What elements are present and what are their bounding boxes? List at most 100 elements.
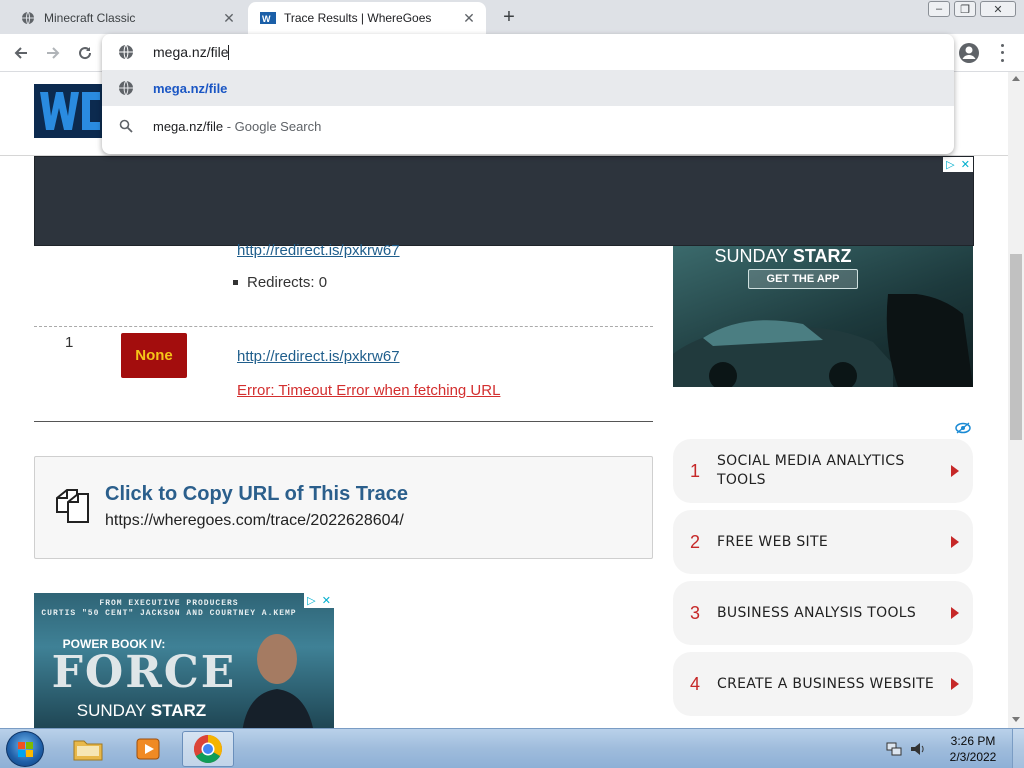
minimize-button[interactable]: –: [928, 1, 950, 17]
close-icon[interactable]: ✕: [460, 9, 478, 27]
windows-taskbar: 3:26 PM 2/3/2022: [0, 728, 1024, 768]
chevron-right-icon: [951, 536, 959, 548]
suggested-search-item[interactable]: 2 FREE WEB SITE: [673, 510, 973, 574]
item-label: CREATE A BUSINESS WEBSITE: [717, 675, 935, 692]
back-button[interactable]: [8, 40, 34, 66]
globe-icon: [20, 10, 36, 26]
chevron-right-icon: [951, 465, 959, 477]
ad-network: SUNDAY STARZ: [714, 246, 852, 266]
redirect-count: Redirects: 0: [233, 274, 327, 291]
close-icon: ✕: [960, 159, 970, 171]
item-label: FREE WEB SITE: [717, 533, 828, 550]
suggestion-text: mega.nz/file: [153, 80, 228, 96]
restore-button[interactable]: ❐: [954, 1, 976, 17]
chrome-taskbar-button[interactable]: [182, 731, 234, 767]
item-number: 1: [689, 460, 700, 481]
suggested-search-item[interactable]: 3 BUSINESS ANALYSIS TOOLS: [673, 581, 973, 645]
tab-minecraft-classic[interactable]: Minecraft Classic ✕: [8, 2, 246, 34]
item-number: 2: [689, 531, 700, 552]
play-icon: ▷: [946, 159, 955, 171]
tab-title: Minecraft Classic: [44, 11, 136, 25]
wheregoes-logo[interactable]: [34, 84, 106, 140]
clock-time: 3:26 PM: [950, 734, 996, 748]
suggestion-subtext: - Google Search: [223, 118, 322, 134]
globe-icon: [119, 44, 133, 60]
omnibox-suggestion[interactable]: mega.nz/file - Google Search: [102, 108, 954, 144]
taskbar-clock[interactable]: 3:26 PM 2/3/2022: [938, 733, 1008, 765]
show-desktop-button[interactable]: [1012, 729, 1024, 768]
volume-icon[interactable]: [909, 741, 927, 757]
address-bar[interactable]: mega.nz/file: [102, 34, 954, 70]
suggested-search-item[interactable]: 1 SOCIAL MEDIA ANALYTICS TOOLS: [673, 439, 973, 503]
clock-date: 2/3/2022: [949, 750, 997, 764]
adchoices-icon[interactable]: ▷ ✕: [304, 593, 334, 608]
copy-icon: [56, 489, 89, 523]
media-player-icon: [136, 738, 160, 760]
omnibox-suggestion[interactable]: mega.nz/file: [102, 70, 954, 106]
bullet: [233, 280, 238, 285]
hop-error-text[interactable]: Error: Timeout Error when fetching URL: [237, 382, 500, 399]
reload-button[interactable]: [72, 40, 98, 66]
globe-icon: [118, 80, 134, 96]
forward-arrow-icon: [47, 47, 60, 59]
car-image: [673, 294, 973, 387]
network-icon[interactable]: [885, 741, 903, 757]
divider: [34, 326, 653, 327]
suggested-search-item[interactable]: 4 CREATE A BUSINESS WEBSITE: [673, 652, 973, 716]
tab-trace-results[interactable]: W Trace Results | WhereGoes ✕: [248, 2, 486, 34]
side-ad-banner[interactable]: SUNDAY STARZ GET THE APP: [673, 246, 973, 387]
windows-logo-icon: [18, 742, 33, 757]
chrome-icon: [194, 735, 222, 763]
person-image: [242, 634, 313, 728]
status-badge: None: [121, 333, 187, 378]
system-tray: [885, 731, 927, 767]
media-player-button[interactable]: [122, 731, 174, 767]
item-number: 3: [689, 602, 700, 623]
scroll-thumb[interactable]: [1010, 254, 1022, 440]
close-window-button[interactable]: ✕: [980, 1, 1016, 17]
page-viewport: ct ▷✕ http://redirect.is/pxkrw67 Redirec…: [0, 72, 1008, 728]
new-tab-button[interactable]: +: [498, 6, 520, 28]
back-arrow-icon: [14, 47, 27, 59]
page-scrollbar[interactable]: [1008, 72, 1024, 728]
play-icon: ▷: [307, 595, 316, 607]
address-input[interactable]: mega.nz/file: [153, 44, 753, 61]
chevron-right-icon: [951, 607, 959, 619]
copy-trace-url-box[interactable]: Click to Copy URL of This Trace https://…: [34, 456, 653, 559]
scroll-down-arrow-icon[interactable]: [1012, 717, 1020, 722]
item-number: 4: [689, 673, 700, 694]
trace-url: https://wheregoes.com/trace/2022628604/: [105, 512, 404, 529]
close-icon[interactable]: ✕: [220, 9, 238, 27]
previous-hop-url[interactable]: http://redirect.is/pxkrw67: [237, 242, 400, 259]
adchoices-icon[interactable]: ▷ ✕: [943, 157, 973, 172]
close-icon: ✕: [321, 595, 331, 607]
file-explorer-button[interactable]: [62, 731, 114, 767]
ad-title: FORCE: [51, 647, 237, 698]
tab-strip: Minecraft Classic ✕ W Trace Results | Wh…: [0, 0, 1024, 34]
tab-title: Trace Results | WhereGoes: [284, 11, 432, 25]
menu-icon[interactable]: [994, 42, 1010, 64]
forward-button[interactable]: [40, 40, 66, 66]
bottom-ad-banner[interactable]: FROM EXECUTIVE PRODUCERS CURTIS "50 CENT…: [34, 593, 334, 728]
search-icon: [118, 118, 134, 134]
ad-network: SUNDAY STARZ: [76, 701, 207, 720]
profile-icon[interactable]: [958, 42, 980, 64]
scroll-up-arrow-icon[interactable]: [1012, 76, 1020, 81]
divider: [34, 421, 653, 422]
adchoices-eye-icon[interactable]: [955, 422, 971, 434]
chevron-right-icon: [951, 678, 959, 690]
ad-credit: FROM EXECUTIVE PRODUCERS CURTIS "50 CENT…: [41, 599, 297, 618]
get-the-app-button[interactable]: GET THE APP: [748, 269, 858, 289]
hop-index: 1: [65, 334, 74, 351]
top-ad-banner[interactable]: ▷ ✕: [34, 156, 974, 246]
suggestion-text: mega.nz/file: [153, 118, 224, 134]
folder-icon: [73, 740, 103, 761]
svg-text:W: W: [262, 14, 271, 24]
reload-icon: [79, 47, 92, 60]
omnibox-dropdown: mega.nz/file mega.nz/file mega.nz/file -…: [102, 34, 954, 154]
hop-url-link[interactable]: http://redirect.is/pxkrw67: [237, 348, 400, 365]
start-button[interactable]: [6, 731, 44, 767]
item-label: BUSINESS ANALYSIS TOOLS: [717, 604, 917, 621]
copy-trace-title: Click to Copy URL of This Trace: [105, 483, 409, 505]
wheregoes-favicon-icon: W: [260, 10, 276, 26]
